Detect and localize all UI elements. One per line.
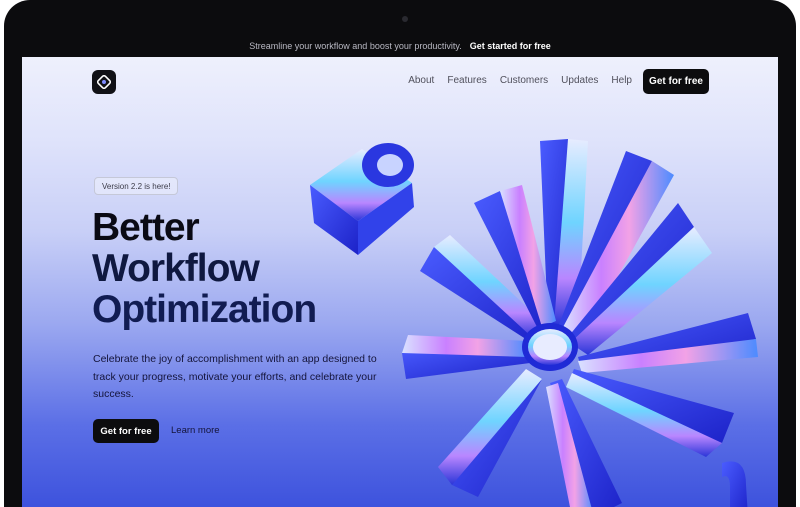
announcement-cta-link[interactable]: Get started for free bbox=[470, 41, 551, 51]
hero-title-line-3: Optimization bbox=[92, 288, 317, 331]
hook-shape bbox=[722, 461, 748, 507]
nav-item-help[interactable]: Help bbox=[611, 75, 632, 86]
learn-more-link[interactable]: Learn more bbox=[171, 425, 220, 436]
webcam-icon bbox=[402, 16, 408, 22]
hero-description: Celebrate the joy of accomplishment with… bbox=[93, 353, 377, 400]
landing-page: About Features Customers Updates Help Ge… bbox=[22, 57, 778, 507]
version-badge: Version 2.2 is here! bbox=[94, 177, 179, 195]
hero-title: Better Workflow Optimization bbox=[92, 207, 422, 330]
announcement-text: Streamline your workflow and boost your … bbox=[249, 40, 462, 51]
hero-get-for-free-button[interactable]: Get for free bbox=[93, 419, 159, 443]
hero-title-line-2: Workflow bbox=[92, 247, 260, 290]
nav-item-updates[interactable]: Updates bbox=[561, 75, 598, 86]
main-nav: About Features Customers Updates Help bbox=[408, 75, 632, 86]
app-logo-icon[interactable] bbox=[92, 70, 116, 94]
hero-title-line-1: Better bbox=[92, 206, 200, 249]
announcement-bar: Streamline your workflow and boost your … bbox=[22, 34, 778, 57]
nav-item-features[interactable]: Features bbox=[447, 75, 486, 86]
nav-item-customers[interactable]: Customers bbox=[500, 75, 548, 86]
nav-item-about[interactable]: About bbox=[408, 75, 434, 86]
browser-screen: Streamline your workflow and boost your … bbox=[22, 34, 778, 507]
header-get-for-free-button[interactable]: Get for free bbox=[643, 69, 709, 94]
logo-mark-icon bbox=[97, 75, 111, 89]
laptop-device: Streamline your workflow and boost your … bbox=[0, 0, 800, 507]
starburst-shape bbox=[402, 139, 758, 507]
